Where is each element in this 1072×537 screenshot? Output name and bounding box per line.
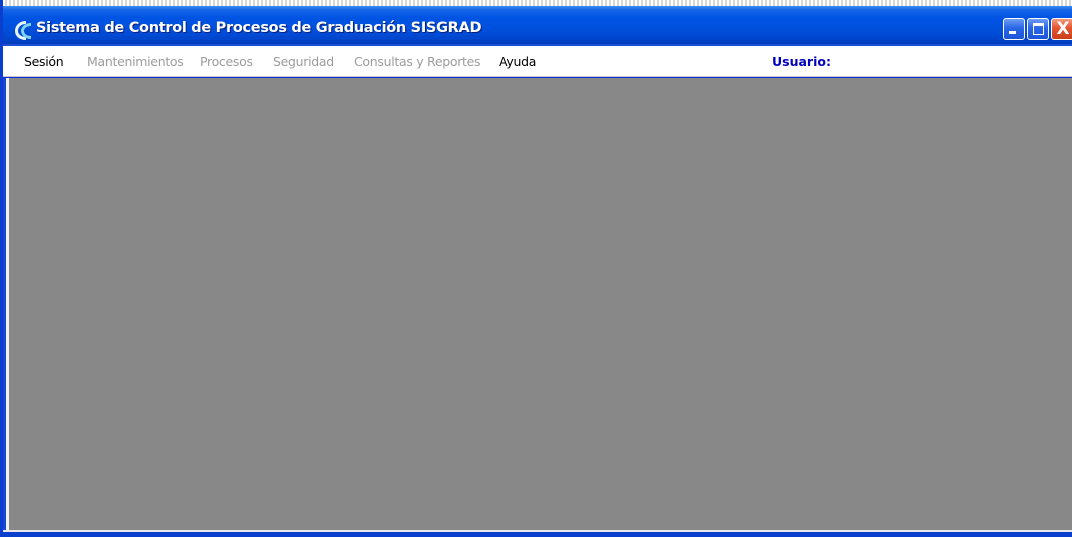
window-title: Sistema de Control de Procesos de Gradua… — [36, 20, 482, 36]
maximize-icon — [1033, 23, 1044, 35]
menu-ayuda[interactable]: Ayuda — [499, 54, 536, 69]
close-icon: X — [1056, 19, 1070, 39]
user-label: Usuario: — [772, 54, 831, 69]
menu-bar: Sesión Mantenimientos Procesos Seguridad… — [3, 46, 1072, 77]
mdi-client-area — [9, 78, 1072, 530]
menu-consultas-reportes[interactable]: Consultas y Reportes — [354, 54, 481, 69]
maximize-button[interactable] — [1027, 18, 1049, 40]
minimize-button[interactable] — [1003, 18, 1025, 40]
minimize-icon — [1009, 31, 1016, 34]
app-window: Sistema de Control de Procesos de Gradua… — [0, 0, 1072, 537]
close-button[interactable]: X — [1051, 18, 1072, 40]
menu-mantenimientos[interactable]: Mantenimientos — [87, 54, 184, 69]
menu-sesion[interactable]: Sesión — [24, 54, 64, 69]
sisgrad-logo-icon — [15, 21, 31, 40]
title-bar[interactable]: Sistema de Control de Procesos de Gradua… — [3, 6, 1072, 44]
window-bottom-border — [3, 530, 1072, 537]
menu-seguridad[interactable]: Seguridad — [273, 54, 334, 69]
menu-procesos[interactable]: Procesos — [200, 54, 253, 69]
